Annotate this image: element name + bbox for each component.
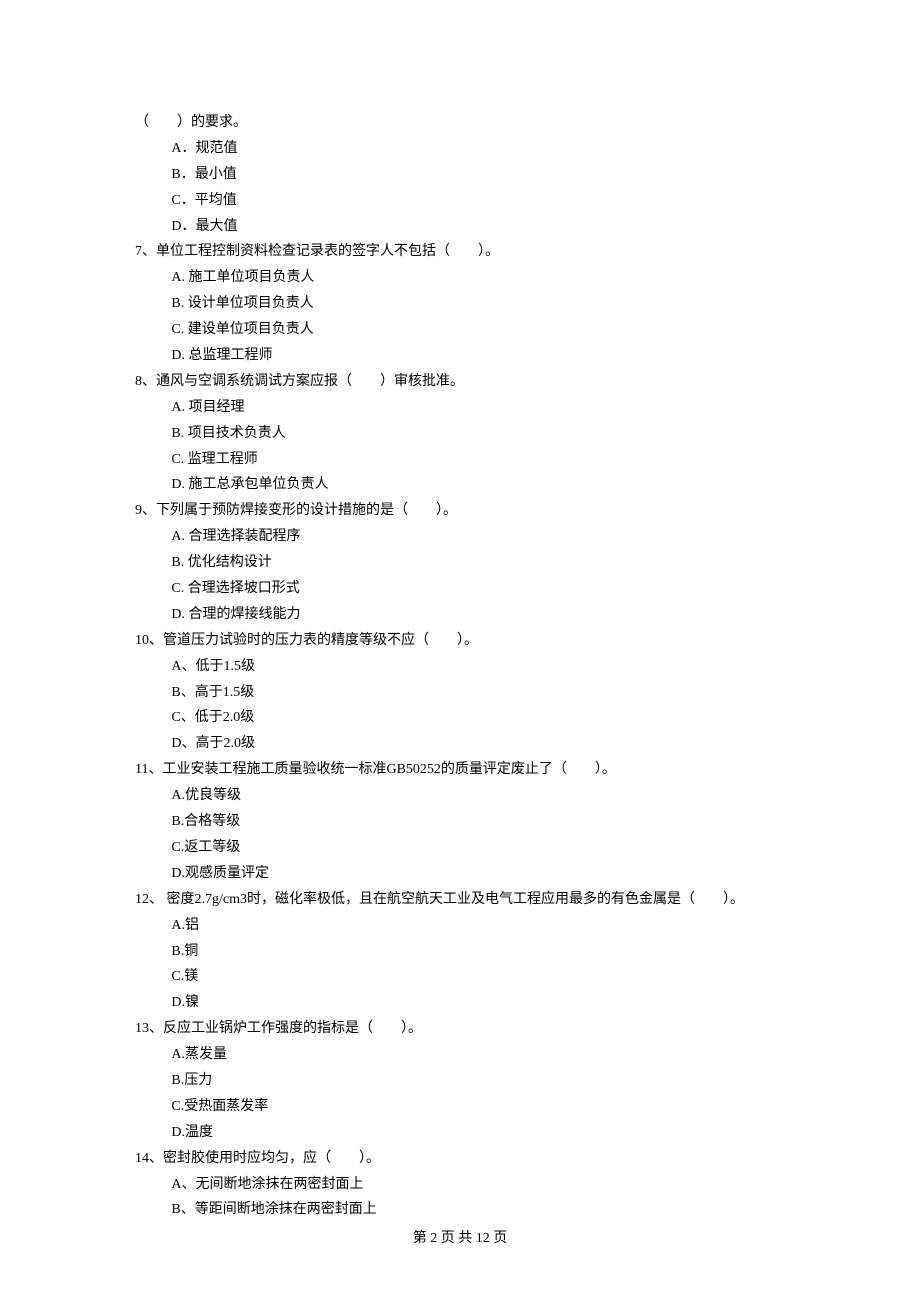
question-option: A. 合理选择装配程序 bbox=[135, 524, 785, 550]
question-option: D. 总监理工程师 bbox=[135, 343, 785, 369]
question-option: B、高于1.5级 bbox=[135, 680, 785, 706]
question-option: A.铝 bbox=[135, 913, 785, 939]
question-block-10: 10、管道压力试验时的压力表的精度等级不应（ ）。 A、低于1.5级 B、高于1… bbox=[135, 628, 785, 757]
question-block-14: 14、密封胶使用时应均匀，应（ ）。 A、无间断地涂抹在两密封面上 B、等距间断… bbox=[135, 1146, 785, 1224]
question-block-11: 11、工业安装工程施工质量验收统一标准GB50252的质量评定废止了（ ）。 A… bbox=[135, 757, 785, 886]
question-option: D. 施工总承包单位负责人 bbox=[135, 472, 785, 498]
question-option: C. 建设单位项目负责人 bbox=[135, 317, 785, 343]
question-block-12: 12、 密度2.7g/cm3时，磁化率极低，且在航空航天工业及电气工程应用最多的… bbox=[135, 887, 785, 1016]
question-option: D、高于2.0级 bbox=[135, 731, 785, 757]
question-option: C. 合理选择坡口形式 bbox=[135, 576, 785, 602]
question-option: B. 优化结构设计 bbox=[135, 550, 785, 576]
question-option: B.铜 bbox=[135, 939, 785, 965]
question-option: C.返工等级 bbox=[135, 835, 785, 861]
question-option: C.镁 bbox=[135, 964, 785, 990]
question-option: C. 监理工程师 bbox=[135, 447, 785, 473]
question-block-13: 13、反应工业锅炉工作强度的指标是（ ）。 A.蒸发量 B.压力 C.受热面蒸发… bbox=[135, 1016, 785, 1145]
question-block-6-cont: （ ）的要求。 A．规范值 B．最小值 C．平均值 D．最大值 bbox=[135, 110, 785, 239]
page-content: （ ）的要求。 A．规范值 B．最小值 C．平均值 D．最大值 7、单位工程控制… bbox=[0, 0, 920, 1223]
question-option: A.优良等级 bbox=[135, 783, 785, 809]
question-block-9: 9、下列属于预防焊接变形的设计措施的是（ ）。 A. 合理选择装配程序 B. 优… bbox=[135, 498, 785, 627]
question-option: B.压力 bbox=[135, 1068, 785, 1094]
question-option: A. 项目经理 bbox=[135, 395, 785, 421]
question-option: D.观感质量评定 bbox=[135, 861, 785, 887]
question-option: D．最大值 bbox=[135, 214, 785, 240]
question-option: C.受热面蒸发率 bbox=[135, 1094, 785, 1120]
question-option: C．平均值 bbox=[135, 188, 785, 214]
question-stem: 14、密封胶使用时应均匀，应（ ）。 bbox=[135, 1146, 785, 1172]
question-option: A.蒸发量 bbox=[135, 1042, 785, 1068]
question-stem: 9、下列属于预防焊接变形的设计措施的是（ ）。 bbox=[135, 498, 785, 524]
question-stem: （ ）的要求。 bbox=[135, 110, 785, 136]
question-block-8: 8、通风与空调系统调试方案应报（ ）审核批准。 A. 项目经理 B. 项目技术负… bbox=[135, 369, 785, 498]
question-stem: 11、工业安装工程施工质量验收统一标准GB50252的质量评定废止了（ ）。 bbox=[135, 757, 785, 783]
question-option: A、无间断地涂抹在两密封面上 bbox=[135, 1172, 785, 1198]
question-option: B.合格等级 bbox=[135, 809, 785, 835]
question-option: A、低于1.5级 bbox=[135, 654, 785, 680]
question-option: B．最小值 bbox=[135, 162, 785, 188]
question-option: B. 项目技术负责人 bbox=[135, 421, 785, 447]
question-option: D.镍 bbox=[135, 990, 785, 1016]
question-option: D.温度 bbox=[135, 1120, 785, 1146]
page-footer: 第 2 页 共 12 页 bbox=[0, 1226, 920, 1252]
question-option: A．规范值 bbox=[135, 136, 785, 162]
question-option: B. 设计单位项目负责人 bbox=[135, 291, 785, 317]
question-stem: 10、管道压力试验时的压力表的精度等级不应（ ）。 bbox=[135, 628, 785, 654]
question-block-7: 7、单位工程控制资料检查记录表的签字人不包括（ ）。 A. 施工单位项目负责人 … bbox=[135, 239, 785, 368]
question-option: B、等距间断地涂抹在两密封面上 bbox=[135, 1197, 785, 1223]
question-option: D. 合理的焊接线能力 bbox=[135, 602, 785, 628]
question-stem: 7、单位工程控制资料检查记录表的签字人不包括（ ）。 bbox=[135, 239, 785, 265]
question-option: C、低于2.0级 bbox=[135, 705, 785, 731]
question-stem: 13、反应工业锅炉工作强度的指标是（ ）。 bbox=[135, 1016, 785, 1042]
question-stem: 8、通风与空调系统调试方案应报（ ）审核批准。 bbox=[135, 369, 785, 395]
question-stem: 12、 密度2.7g/cm3时，磁化率极低，且在航空航天工业及电气工程应用最多的… bbox=[135, 887, 785, 913]
question-option: A. 施工单位项目负责人 bbox=[135, 265, 785, 291]
